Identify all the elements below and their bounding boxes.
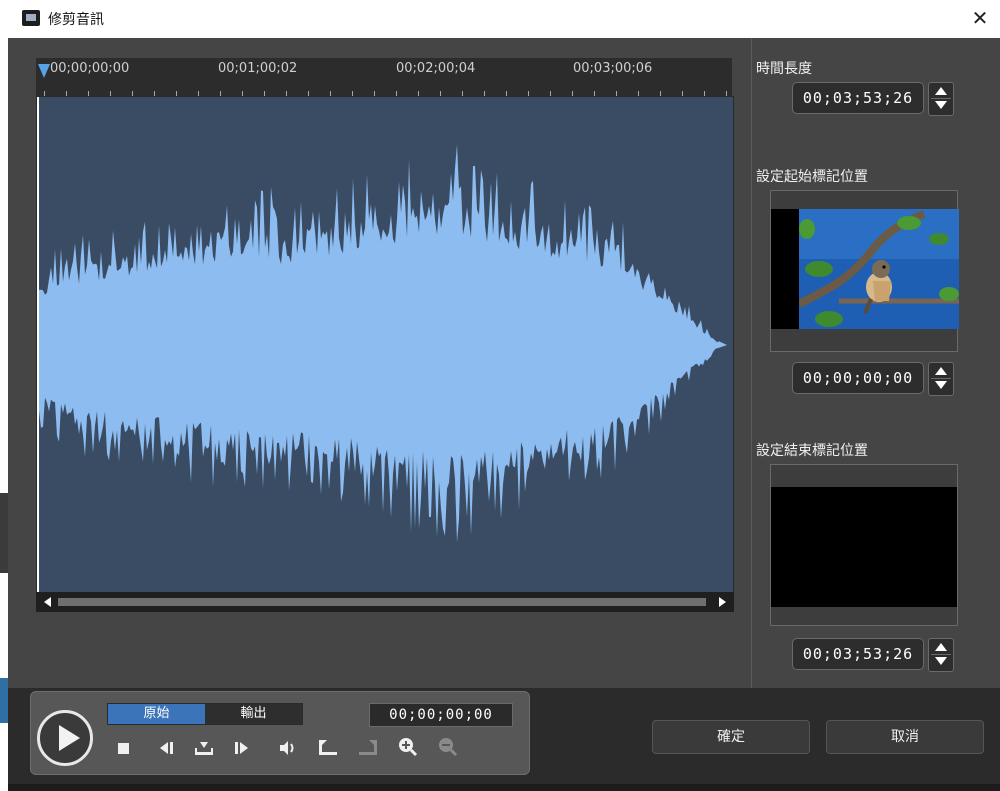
scroll-left-icon[interactable] [44,597,51,607]
stop-icon[interactable] [111,734,137,760]
title-bar: 修剪音訊 ✕ [0,0,1000,38]
waveform-graphic [37,97,727,593]
mark-in-out-icon[interactable] [191,734,217,760]
ruler-label-0: 00;00;00;00 [50,61,130,76]
playhead-marker-icon[interactable] [38,64,50,78]
end-mark-timecode[interactable]: 00;03;53;26 [792,638,954,672]
duration-label: 時間長度 [756,61,812,77]
spin-divider [931,98,951,99]
playback-controls: 原始 輸出 00;00;00;00 [30,691,530,775]
duration-timecode[interactable]: 00;03;53;26 [792,82,954,116]
set-end-mark-icon [355,734,381,760]
audio-waveform[interactable] [36,96,734,594]
next-frame-icon[interactable] [229,734,255,760]
ruler-label-2: 00;02;00;04 [396,61,476,76]
spin-down-icon[interactable] [935,381,947,389]
spin-down-icon[interactable] [935,101,947,109]
duration-spinner[interactable] [928,82,954,116]
volume-icon[interactable] [275,734,301,760]
view-mode-toggle: 原始 輸出 [107,703,303,725]
start-frame [771,209,959,329]
end-mark-spinner[interactable] [928,638,954,672]
bird-thumbnail [799,209,959,329]
tab-original[interactable]: 原始 [108,704,205,724]
play-icon[interactable] [37,710,93,766]
current-time-display: 00;00;00;00 [369,703,513,727]
tab-output[interactable]: 輸出 [205,704,302,724]
scrollbar-track[interactable] [58,598,706,606]
end-mark-preview [770,464,958,626]
duration-input[interactable]: 00;03;53;26 [792,82,924,114]
start-mark-input[interactable]: 00;00;00;00 [792,362,924,394]
close-button[interactable]: ✕ [968,6,992,30]
ruler-label-1: 00;01;00;02 [218,61,298,76]
spin-down-icon[interactable] [935,657,947,665]
start-mark-label: 設定起始標記位置 [756,169,868,185]
trim-audio-dialog: 00;00;00;00 00;01;00;02 00;02;00;04 00;0… [8,38,1000,791]
zoom-in-icon[interactable] [395,734,421,760]
app-icon [22,10,40,26]
bottom-edge [8,784,1000,791]
start-mark-spinner[interactable] [928,362,954,396]
horizontal-scrollbar[interactable] [36,592,734,612]
spin-up-icon[interactable] [935,643,947,651]
ruler-label-3: 00;03;00;06 [573,61,653,76]
zoom-out-icon [435,734,461,760]
spin-divider [931,654,951,655]
end-mark-label: 設定結束標記位置 [756,443,868,459]
spin-up-icon[interactable] [935,87,947,95]
waveform-shape [39,144,727,543]
set-start-mark-icon[interactable] [315,734,341,760]
background-track [0,678,8,723]
background-thumbnail [0,493,8,573]
window-title: 修剪音訊 [48,12,104,28]
ok-button[interactable]: 確定 [652,720,810,754]
spin-up-icon[interactable] [935,367,947,375]
panel-divider [751,38,752,688]
start-mark-timecode[interactable]: 00;00;00;00 [792,362,954,396]
end-mark-input[interactable]: 00;03;53;26 [792,638,924,670]
timeline-ruler[interactable]: 00;00;00;00 00;01;00;02 00;02;00;04 00;0… [36,58,732,96]
ruler-ticks [36,88,732,96]
spin-divider [931,378,951,379]
scroll-right-icon[interactable] [719,597,726,607]
end-frame [771,487,957,607]
cancel-button[interactable]: 取消 [826,720,984,754]
bottom-bar: 原始 輸出 00;00;00;00 確定 取消 [8,688,1000,791]
background-app-strip [0,38,8,791]
previous-frame-icon[interactable] [153,734,179,760]
start-mark-preview [770,190,959,352]
